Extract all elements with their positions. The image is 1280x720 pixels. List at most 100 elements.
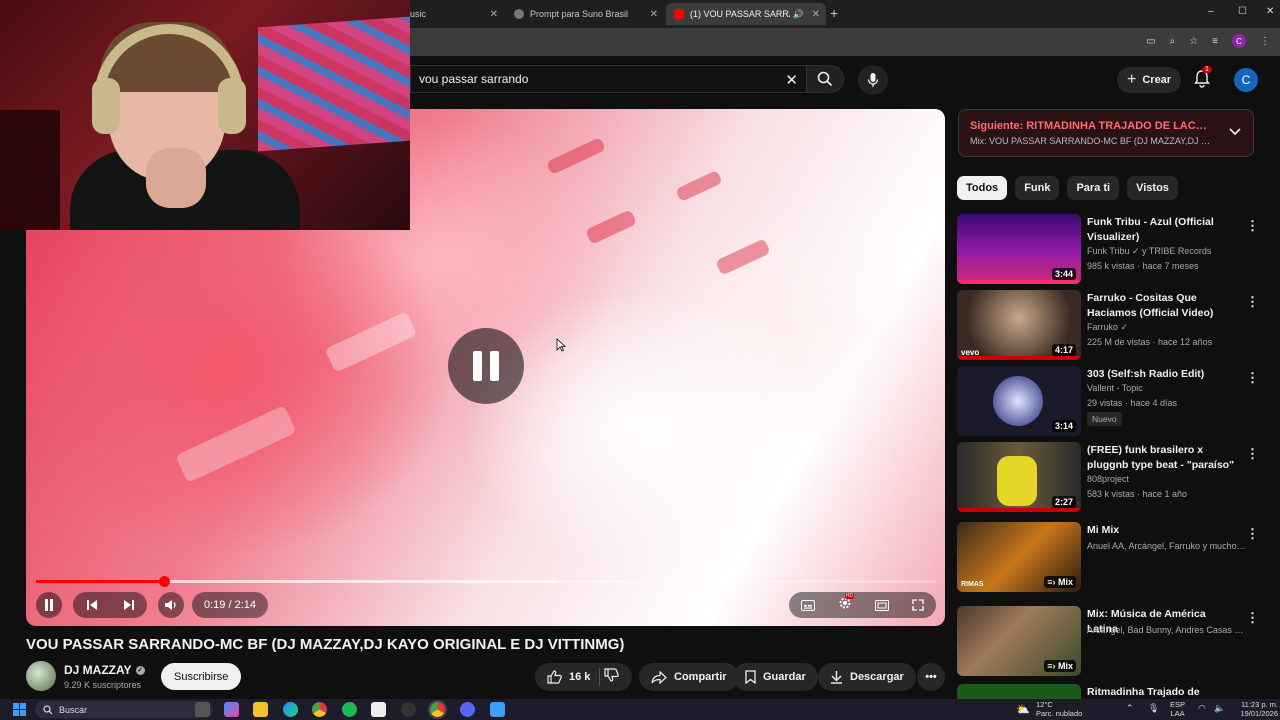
chip-todos[interactable]: Todos <box>957 176 1008 200</box>
voice-search-button[interactable] <box>858 65 888 95</box>
played-bar <box>36 580 164 583</box>
recommendation-title: 303 (Self:sh Radio Edit) <box>1087 368 1205 380</box>
miniplayer-icon[interactable] <box>875 599 890 611</box>
task-view-icon[interactable] <box>195 702 210 717</box>
search-icon <box>43 704 53 714</box>
chip-funk[interactable]: Funk <box>1015 176 1060 200</box>
create-button[interactable]: + Crear <box>1117 67 1182 93</box>
recommendation-item[interactable]: Ritmadinha Trajado de Lacoste <box>957 684 1257 699</box>
zoom-icon[interactable]: ⌕ <box>1170 36 1176 47</box>
subscribe-button[interactable]: Suscribirse <box>161 663 242 690</box>
taskbar-search[interactable]: Buscar <box>35 701 213 718</box>
tab-label: Prompt para Suno Brasil <box>530 9 629 19</box>
playlist-thumbnail[interactable]: RIMAS ≡› Mix <box>957 522 1081 592</box>
channel-name-link[interactable]: DJ MAZZAY ✓ <box>64 663 145 677</box>
clock[interactable]: 11:23 p. m. 19/01/2026 <box>1234 700 1278 718</box>
bookmark-star-icon[interactable]: ☆ <box>1189 36 1198 47</box>
file-explorer-icon[interactable] <box>253 702 268 717</box>
share-icon <box>651 670 667 684</box>
video-thumbnail[interactable]: 3:14 <box>957 366 1081 436</box>
maximize-button[interactable]: ☐ <box>1238 6 1247 17</box>
webcam-person-hand <box>146 148 206 208</box>
recommendation-item[interactable]: ≡› Mix Mix: Música de América Latina Arc… <box>957 606 1259 678</box>
tab-close-icon[interactable]: ✕ <box>812 9 820 20</box>
more-vertical-icon[interactable]: ⋮ <box>1246 610 1259 626</box>
next-icon[interactable] <box>123 599 135 611</box>
browser-menu-icon[interactable]: ⋮ <box>1260 36 1270 47</box>
chip-para-ti[interactable]: Para ti <box>1067 176 1120 200</box>
pause-button[interactable] <box>36 592 62 618</box>
windows-start-icon[interactable] <box>13 703 26 716</box>
channel-avatar[interactable] <box>26 661 56 691</box>
volume-button[interactable] <box>158 592 184 618</box>
recommendation-item[interactable]: 2:27 (FREE) funk brasilero x pluggnb typ… <box>957 442 1259 514</box>
tab-youtube-active[interactable]: (1) VOU PASSAR SARRAND... 🔊 ✕ <box>666 3 826 25</box>
download-button[interactable]: Descargar <box>818 663 916 691</box>
tab-prompt-suno[interactable]: Prompt para Suno Brasil ✕ <box>506 3 664 25</box>
progress-bar[interactable] <box>36 576 936 587</box>
more-vertical-icon[interactable]: ⋮ <box>1246 370 1259 386</box>
recommendation-title: Mi Mix <box>1087 524 1120 536</box>
profile-avatar[interactable]: C <box>1232 34 1246 48</box>
weather-widget[interactable]: 12°C Parc. nublado <box>1036 700 1082 718</box>
video-thumbnail[interactable]: vevo 4:17 <box>957 290 1081 360</box>
save-button[interactable]: Guardar <box>733 663 818 691</box>
recommendation-item[interactable]: 3:44 Funk Tribu - Azul (Official Visuali… <box>957 214 1259 286</box>
language-indicator[interactable]: ESP LAA <box>1170 700 1185 718</box>
search-input[interactable]: vou passar sarrando ✕ <box>410 65 806 93</box>
thumbs-down-icon <box>604 668 619 682</box>
pause-indicator-icon[interactable] <box>448 328 524 404</box>
account-avatar[interactable]: C <box>1234 68 1258 92</box>
scrubber-handle[interactable] <box>158 576 170 587</box>
obs-icon[interactable] <box>401 702 416 717</box>
duration-badge: 2:27 <box>1051 496 1076 508</box>
screen: usic ✕ Prompt para Suno Brasil ✕ (1) VOU… <box>0 0 1280 720</box>
new-tab-button[interactable]: + <box>830 5 838 21</box>
recommendation-item[interactable]: RIMAS ≡› Mix Mi Mix Anuel AA, Arcángel, … <box>957 522 1259 594</box>
cast-icon[interactable]: ▭ <box>1146 36 1155 47</box>
more-vertical-icon[interactable]: ⋮ <box>1246 218 1259 234</box>
previous-icon[interactable] <box>86 599 98 611</box>
more-vertical-icon[interactable]: ⋮ <box>1246 526 1259 542</box>
fullscreen-icon[interactable] <box>912 599 925 611</box>
microphone-tray-icon[interactable]: 🎙 <box>1148 704 1159 713</box>
tab-music[interactable]: usic ✕ <box>402 3 504 25</box>
chip-vistos[interactable]: Vistos <box>1127 176 1178 200</box>
subtitles-icon[interactable] <box>800 599 815 611</box>
discord-icon[interactable] <box>460 702 475 717</box>
recommendation-item[interactable]: 3:14 303 (Self:sh Radio Edit) Vallent - … <box>957 366 1259 438</box>
spotify-icon[interactable] <box>342 702 357 717</box>
chrome-active-icon[interactable] <box>430 702 445 717</box>
more-vertical-icon[interactable]: ⋮ <box>1246 446 1259 462</box>
recommendation-item[interactable]: vevo 4:17 Farruko - Cositas Que Haciamos… <box>957 290 1259 362</box>
settings-button[interactable]: HD <box>838 592 855 615</box>
more-actions-button[interactable]: ••• <box>917 663 945 691</box>
tray-chevron-up-icon[interactable]: ⌃ <box>1126 704 1134 713</box>
search-button[interactable] <box>806 65 844 93</box>
playlist-thumbnail[interactable]: ≡› Mix <box>957 606 1081 676</box>
minimize-button[interactable]: – <box>1208 6 1214 17</box>
up-next-banner[interactable]: Siguiente: RITMADINHA TRAJADO DE LACOSTE… <box>958 109 1254 157</box>
chevron-down-icon[interactable] <box>1229 128 1241 136</box>
clear-search-icon[interactable]: ✕ <box>785 71 798 89</box>
tab-close-icon[interactable]: ✕ <box>490 9 498 20</box>
edge-icon[interactable] <box>283 702 298 717</box>
video-thumbnail[interactable]: 2:27 <box>957 442 1081 512</box>
video-thumbnail[interactable] <box>957 684 1081 699</box>
wifi-icon[interactable]: ◠ <box>1198 704 1206 713</box>
copilot-icon[interactable] <box>224 702 239 717</box>
dislike-button[interactable] <box>604 668 619 687</box>
close-window-button[interactable]: ✕ <box>1266 6 1274 17</box>
speaker-tray-icon[interactable]: 🔈 <box>1214 704 1225 713</box>
like-button[interactable]: 16 k <box>547 670 590 684</box>
notifications-button[interactable]: 1 <box>1194 66 1212 93</box>
chrome-icon[interactable] <box>312 702 327 717</box>
tab-close-icon[interactable]: ✕ <box>650 9 658 20</box>
reading-list-icon[interactable]: ≡ <box>1212 36 1218 47</box>
capcut-icon[interactable] <box>371 702 386 717</box>
video-thumbnail[interactable]: 3:44 <box>957 214 1081 284</box>
share-button[interactable]: Compartir <box>639 663 739 691</box>
notepad-icon[interactable] <box>490 702 505 717</box>
audio-playing-icon[interactable]: 🔊 <box>793 9 804 20</box>
more-vertical-icon[interactable]: ⋮ <box>1246 294 1259 310</box>
